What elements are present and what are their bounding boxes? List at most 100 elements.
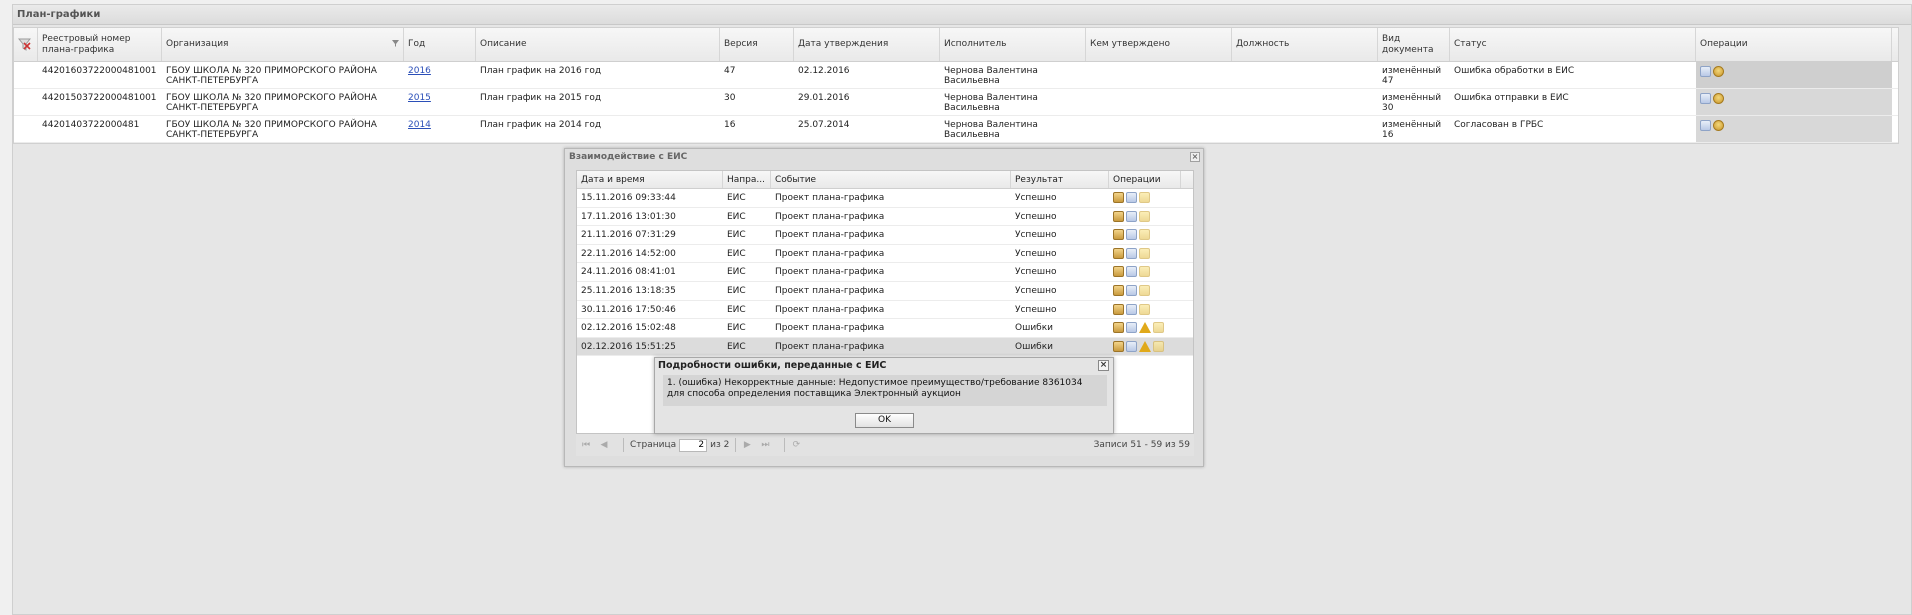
- package-icon[interactable]: [1113, 266, 1124, 278]
- column-header[interactable]: Вид документа: [1378, 28, 1450, 61]
- column-header[interactable]: Кем утверждено: [1086, 28, 1232, 61]
- column-header[interactable]: Дата и время: [577, 171, 723, 188]
- signature-icon[interactable]: [1139, 192, 1150, 203]
- cell-reg-number: 44201503722000481001: [42, 93, 157, 103]
- package-icon[interactable]: [1113, 247, 1124, 259]
- table-row[interactable]: 44201503722000481001 ГБОУ ШКОЛА № 320 ПРИ…: [14, 89, 1898, 116]
- cell-event: Проект плана-графика: [775, 211, 885, 222]
- document-icon[interactable]: [1126, 322, 1137, 334]
- cell-executor: Чернова Валентина Васильевна: [944, 120, 1038, 140]
- document-icon[interactable]: [1126, 340, 1137, 352]
- cell-datetime: 15.11.2016 09:33:44: [581, 193, 676, 203]
- package-icon[interactable]: [1113, 210, 1124, 222]
- cell-org: ГБОУ ШКОЛА № 320 ПРИМОРСКОГО РАЙОНА САНК…: [166, 93, 377, 113]
- signature-icon[interactable]: [1153, 322, 1164, 334]
- cell-year[interactable]: 2014: [404, 116, 476, 142]
- row-operations: [1109, 189, 1181, 207]
- row-spacer: [14, 89, 38, 115]
- package-icon[interactable]: [1113, 303, 1124, 315]
- column-header[interactable]: Статус: [1450, 28, 1696, 61]
- eis-row[interactable]: 21.11.2016 07:31:29 ЕИС Проект плана-графи…: [577, 226, 1193, 245]
- package-icon[interactable]: [1113, 322, 1124, 334]
- column-header-label: Реестровый номер плана-графика: [42, 33, 131, 55]
- clear-filter-icon[interactable]: [18, 38, 31, 51]
- column-header[interactable]: Операции: [1696, 28, 1892, 61]
- cell-doc-type: изменённый 47: [1382, 66, 1442, 86]
- cell-version: 30: [724, 93, 736, 103]
- table-row[interactable]: 44201403722000481 ГБОУ ШКОЛА № 320 ПРИМОР…: [14, 116, 1898, 143]
- column-header[interactable]: Год: [404, 28, 476, 61]
- row-operations: [1696, 62, 1892, 88]
- document-icon[interactable]: [1126, 210, 1137, 222]
- column-header[interactable]: Версия: [720, 28, 794, 61]
- close-icon[interactable]: ×: [1098, 360, 1109, 371]
- column-header[interactable]: Напра...: [723, 171, 771, 188]
- eis-row[interactable]: 02.12.2016 15:02:48 ЕИС Проект плана-графи…: [577, 319, 1193, 338]
- eis-row[interactable]: 02.12.2016 15:51:25 ЕИС Проект плана-графи…: [577, 337, 1193, 357]
- signature-icon[interactable]: [1139, 284, 1150, 296]
- refresh-icon[interactable]: ⟳: [791, 440, 801, 450]
- document-icon[interactable]: [1126, 247, 1137, 259]
- prev-page-icon[interactable]: ◀: [599, 440, 609, 450]
- document-icon[interactable]: [1700, 66, 1711, 77]
- emblem-icon[interactable]: [1713, 93, 1724, 104]
- document-icon[interactable]: [1126, 229, 1137, 241]
- column-header[interactable]: Дата утверждения: [794, 28, 940, 61]
- clear-filter-column[interactable]: [14, 28, 38, 61]
- last-page-icon[interactable]: ⏭: [760, 440, 770, 450]
- close-icon[interactable]: ×: [1190, 152, 1200, 162]
- signature-icon[interactable]: [1139, 266, 1150, 278]
- signature-icon[interactable]: [1153, 340, 1164, 352]
- eis-row[interactable]: 30.11.2016 17:50:46 ЕИС Проект плана-графи…: [577, 301, 1193, 320]
- package-icon[interactable]: [1113, 340, 1124, 352]
- warning-icon[interactable]: [1139, 340, 1151, 352]
- first-page-icon[interactable]: ⏮: [581, 440, 591, 450]
- eis-window-title-text: Взаимодействие с ЕИС: [569, 152, 688, 162]
- eis-row[interactable]: 22.11.2016 14:52:00 ЕИС Проект плана-графи…: [577, 245, 1193, 264]
- eis-grid-header: Дата и время Напра... Событие Результат Опер…: [577, 171, 1193, 189]
- page-number-input[interactable]: [679, 438, 708, 452]
- ok-button[interactable]: OK: [855, 413, 914, 428]
- eis-row[interactable]: 15.11.2016 09:33:44 ЕИС Проект плана-графи…: [577, 189, 1193, 208]
- table-row[interactable]: 44201603722000481001 ГБОУ ШКОЛА № 320 ПРИ…: [14, 62, 1898, 89]
- cell-direction: ЕИС: [727, 248, 746, 259]
- document-icon[interactable]: [1126, 266, 1137, 278]
- warning-icon[interactable]: [1139, 322, 1151, 334]
- cell-executor: Чернова Валентина Васильевна: [944, 66, 1038, 86]
- column-header[interactable]: Должность: [1232, 28, 1378, 61]
- document-icon[interactable]: [1126, 192, 1137, 203]
- column-header[interactable]: Исполнитель: [940, 28, 1086, 61]
- row-operations: [1109, 301, 1181, 319]
- page-label: Страница: [630, 440, 677, 450]
- column-header[interactable]: Операции: [1109, 171, 1181, 188]
- emblem-icon[interactable]: [1713, 120, 1724, 131]
- signature-icon[interactable]: [1139, 210, 1150, 222]
- document-icon[interactable]: [1700, 120, 1711, 131]
- emblem-icon[interactable]: [1713, 66, 1724, 77]
- package-icon[interactable]: [1113, 192, 1124, 203]
- column-header[interactable]: Реестровый номер плана-графика: [38, 28, 162, 61]
- pager-separator: [735, 438, 737, 452]
- package-icon[interactable]: [1113, 284, 1124, 296]
- column-header[interactable]: Результат: [1011, 171, 1109, 188]
- cell-year[interactable]: 2016: [404, 62, 476, 88]
- document-icon[interactable]: [1700, 93, 1711, 104]
- signature-icon[interactable]: [1139, 247, 1150, 259]
- eis-row[interactable]: 17.11.2016 13:01:30 ЕИС Проект плана-графи…: [577, 208, 1193, 227]
- signature-icon[interactable]: [1139, 229, 1150, 241]
- package-icon[interactable]: [1113, 229, 1124, 241]
- column-header[interactable]: Событие: [771, 171, 1011, 188]
- column-header[interactable]: Организация: [162, 28, 404, 61]
- row-operations: [1109, 208, 1181, 226]
- next-page-icon[interactable]: ▶: [742, 440, 752, 450]
- column-header[interactable]: Описание: [476, 28, 720, 61]
- filter-icon[interactable]: [392, 40, 399, 47]
- document-icon[interactable]: [1126, 284, 1137, 296]
- signature-icon[interactable]: [1139, 303, 1150, 315]
- row-operations: [1109, 226, 1181, 244]
- eis-row[interactable]: 24.11.2016 08:41:01 ЕИС Проект плана-графи…: [577, 263, 1193, 282]
- document-icon[interactable]: [1126, 303, 1137, 315]
- error-dialog-title-text: Подробности ошибки, переданные с ЕИС: [658, 360, 887, 371]
- eis-row[interactable]: 25.11.2016 13:18:35 ЕИС Проект плана-графи…: [577, 282, 1193, 301]
- cell-year[interactable]: 2015: [404, 89, 476, 115]
